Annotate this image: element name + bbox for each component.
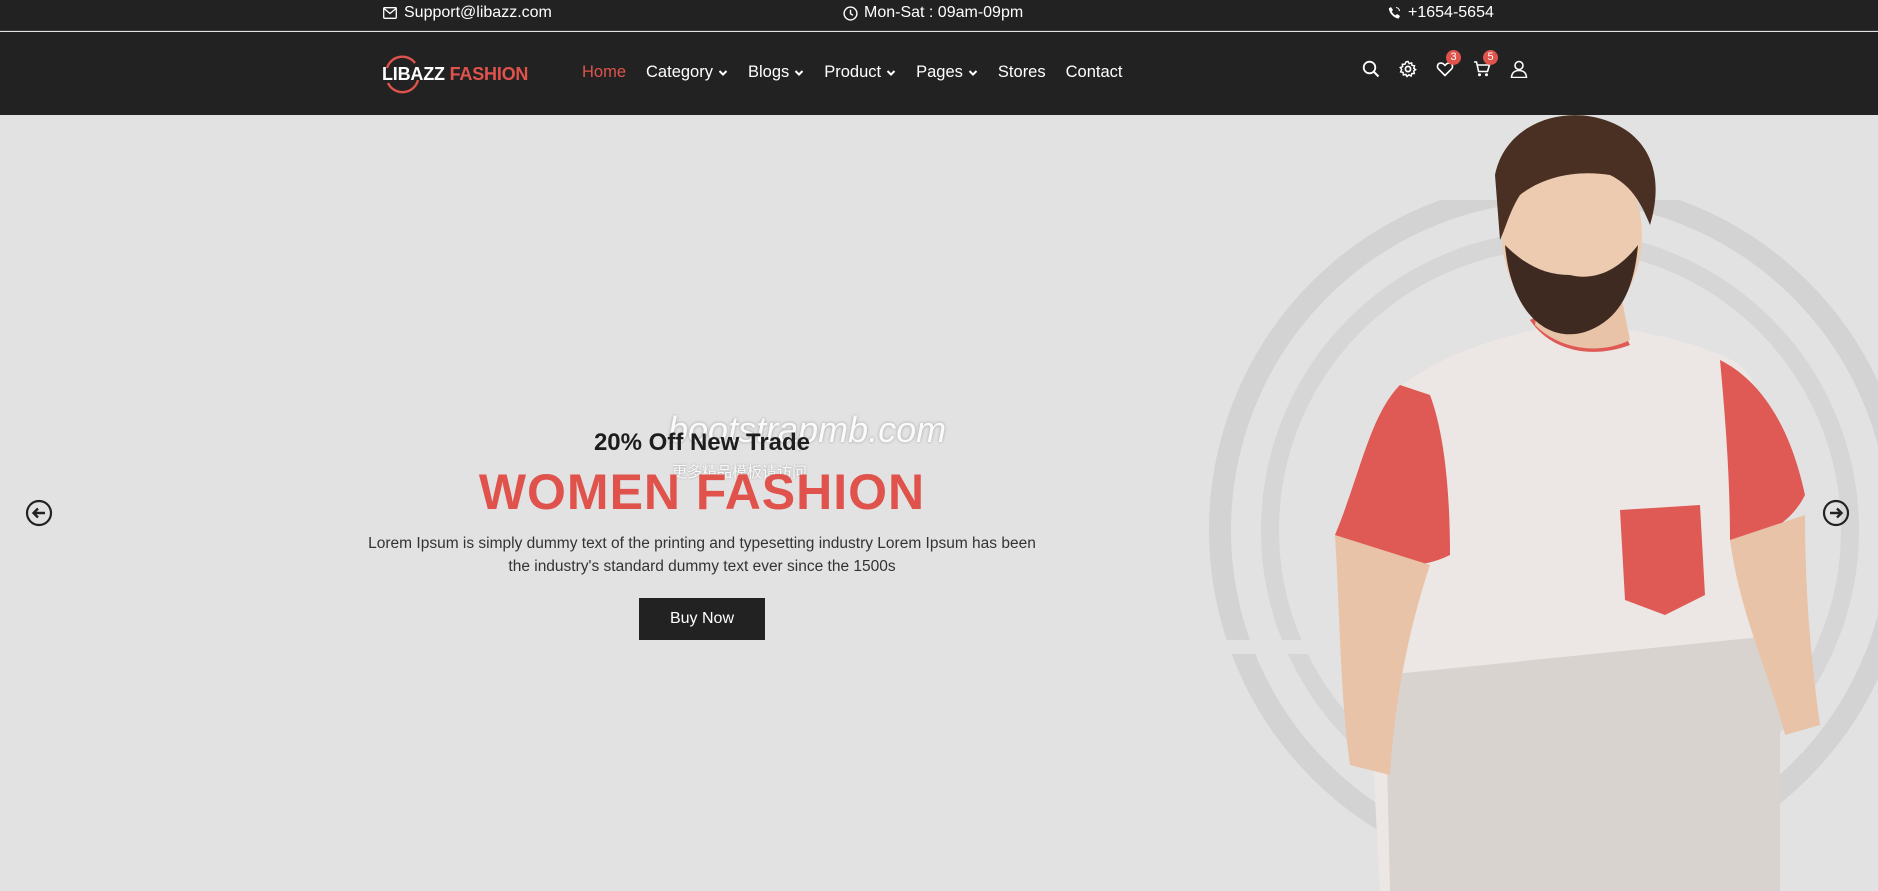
search-icon[interactable] (1362, 60, 1380, 78)
cart-icon[interactable]: 5 (1473, 50, 1498, 78)
clock-icon (842, 5, 858, 21)
arrow-right-circle-icon[interactable] (1822, 499, 1850, 527)
hero-slider: bootstrapmb.com 更多精品模板请访问 20% Off New Tr… (0, 115, 1878, 891)
chevron-down-icon (718, 68, 728, 78)
nav-category-label: Category (646, 63, 713, 81)
nav-home-label: Home (582, 63, 627, 81)
logo-brand: LIBAZZ (382, 63, 445, 84)
phone-icon (1386, 5, 1402, 21)
nav-stores-label: Stores (997, 63, 1046, 81)
nav-product[interactable]: Product (824, 63, 896, 82)
header-actions: 3 5 (1362, 50, 1537, 78)
nav-category[interactable]: Category (646, 63, 728, 82)
nav-blogs[interactable]: Blogs (748, 63, 804, 82)
main-header: LIBAZZ FASHION Home Category Blogs Produ… (0, 32, 1878, 115)
chevron-down-icon (968, 68, 978, 78)
chevron-down-icon (886, 68, 896, 78)
hero-subtitle: 20% Off New Trade (593, 429, 811, 456)
nav-stores[interactable]: Stores (998, 63, 1046, 82)
nav-product-label: Product (824, 63, 882, 81)
nav-contact-label: Contact (1065, 63, 1123, 81)
top-info-bar: Support@libazz.com Mon-Sat : 09am-09pm +… (0, 0, 1878, 31)
nav-contact[interactable]: Contact (1066, 63, 1123, 82)
nav-pages-label: Pages (916, 63, 963, 81)
nav-home[interactable]: Home (582, 63, 626, 82)
phone-number[interactable]: +1654-5654 (1386, 4, 1494, 22)
heart-icon[interactable]: 3 (1436, 50, 1461, 78)
support-email-text: Support@libazz.com (404, 4, 552, 21)
opening-hours: Mon-Sat : 09am-09pm (842, 4, 1023, 22)
nav-pages[interactable]: Pages (916, 63, 978, 82)
site-logo[interactable]: LIBAZZ FASHION (382, 54, 528, 94)
hero-content: 20% Off New Trade WOMEN FASHION Lorem Ip… (360, 428, 1044, 640)
phone-number-text: +1654-5654 (1408, 4, 1494, 21)
logo-text: LIBAZZ FASHION (382, 64, 528, 85)
cart-count-badge: 5 (1483, 50, 1498, 65)
user-icon[interactable] (1510, 60, 1528, 78)
support-email[interactable]: Support@libazz.com (382, 4, 552, 22)
envelope-icon (382, 5, 398, 21)
model-image (1335, 115, 1820, 891)
opening-hours-text: Mon-Sat : 09am-09pm (864, 4, 1024, 21)
nav-blogs-label: Blogs (747, 63, 790, 81)
arrow-left-circle-icon[interactable] (25, 499, 53, 527)
logo-suffix: FASHION (449, 63, 529, 84)
gear-icon[interactable] (1399, 60, 1417, 78)
buy-now-button[interactable]: Buy Now (639, 598, 765, 640)
hero-title: WOMEN FASHION (478, 464, 926, 520)
chevron-down-icon (794, 68, 804, 78)
main-nav: Home Category Blogs Product Pages Stores… (582, 63, 1142, 82)
hero-description: Lorem Ipsum is simply dummy text of the … (368, 535, 1036, 575)
wishlist-count-badge: 3 (1446, 50, 1461, 65)
